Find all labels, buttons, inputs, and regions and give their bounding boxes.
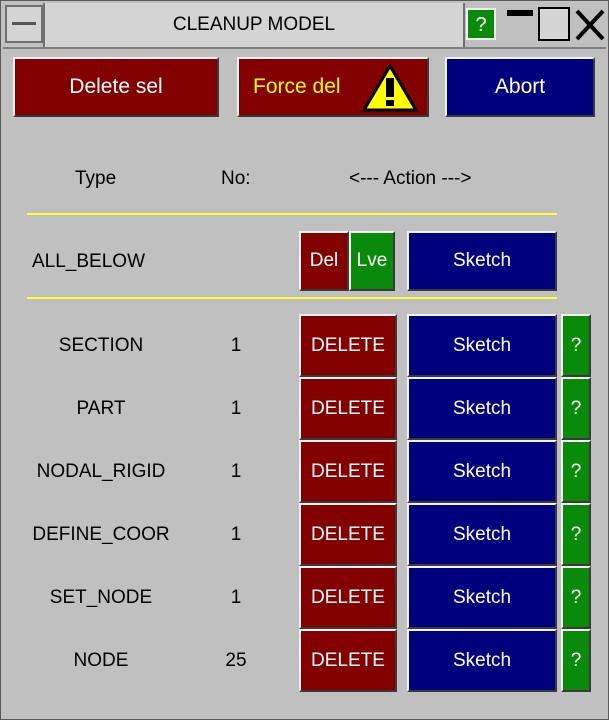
window-title: CLEANUP MODEL — [43, 3, 465, 47]
force-delete-button[interactable]: Force del — [237, 57, 429, 117]
delete-button[interactable]: DELETE — [299, 566, 397, 629]
row-type-label: NODE — [73, 650, 129, 671]
all-below-label: ALL_BELOW — [32, 251, 145, 272]
row-count: 1 — [230, 398, 242, 419]
warning-triangle-icon — [361, 63, 419, 112]
cleanup-model-window: CLEANUP MODEL ? Delete sel Force del Abo… — [0, 0, 609, 720]
force-delete-label: Force del — [253, 75, 341, 98]
delete-button[interactable]: DELETE — [299, 377, 397, 440]
list-item: SET_NODE 1 DELETE Sketch ? — [1, 566, 609, 629]
list-item: SECTION 1 DELETE Sketch ? — [1, 314, 609, 377]
window-help-button[interactable]: ? — [466, 8, 496, 40]
row-type-label: SECTION — [58, 335, 144, 356]
header-number: No: — [221, 168, 251, 189]
sketch-button[interactable]: Sketch — [407, 629, 557, 692]
delete-button[interactable]: DELETE — [299, 440, 397, 503]
separator-line — [27, 213, 557, 215]
help-button[interactable]: ? — [561, 440, 591, 503]
row-type-label: NODAL_RIGID — [36, 461, 166, 482]
row-count: 25 — [225, 650, 247, 671]
sketch-button[interactable]: Sketch — [407, 566, 557, 629]
row-count: 1 — [230, 335, 242, 356]
delete-all-below-button[interactable]: Del — [299, 231, 349, 291]
row-count: 1 — [230, 524, 242, 545]
delete-button[interactable]: DELETE — [299, 503, 397, 566]
abort-button[interactable]: Abort — [445, 57, 595, 117]
list-item: NODE 25 DELETE Sketch ? — [1, 629, 609, 692]
sketch-button[interactable]: Sketch — [407, 440, 557, 503]
row-type-label: SET_NODE — [49, 587, 153, 608]
help-button[interactable]: ? — [561, 566, 591, 629]
help-button[interactable]: ? — [561, 629, 591, 692]
list-item: PART 1 DELETE Sketch ? — [1, 377, 609, 440]
sketch-all-below-button[interactable]: Sketch — [407, 231, 557, 291]
header-type: Type — [75, 168, 117, 189]
row-type-label: PART — [76, 398, 126, 419]
delete-button[interactable]: DELETE — [299, 314, 397, 377]
row-type-label: DEFINE_COOR — [32, 524, 170, 545]
row-count: 1 — [230, 587, 242, 608]
sketch-button[interactable]: Sketch — [407, 503, 557, 566]
minimize-icon[interactable] — [505, 8, 535, 42]
title-bar: CLEANUP MODEL ? — [3, 3, 606, 49]
close-icon[interactable] — [573, 3, 607, 47]
list-item: NODAL_RIGID 1 DELETE Sketch ? — [1, 440, 609, 503]
help-button[interactable]: ? — [561, 377, 591, 440]
separator-line — [27, 297, 557, 299]
sketch-button[interactable]: Sketch — [407, 377, 557, 440]
window-menu-icon[interactable] — [5, 5, 43, 43]
list-item: DEFINE_COOR 1 DELETE Sketch ? — [1, 503, 609, 566]
sketch-button[interactable]: Sketch — [407, 314, 557, 377]
maximize-icon[interactable] — [538, 7, 570, 41]
header-action: <--- Action ---> — [349, 168, 472, 189]
row-count: 1 — [230, 461, 242, 482]
delete-button[interactable]: DELETE — [299, 629, 397, 692]
leave-all-below-button[interactable]: Lve — [349, 231, 395, 291]
delete-selected-button[interactable]: Delete sel — [13, 57, 219, 117]
help-button[interactable]: ? — [561, 503, 591, 566]
help-button[interactable]: ? — [561, 314, 591, 377]
